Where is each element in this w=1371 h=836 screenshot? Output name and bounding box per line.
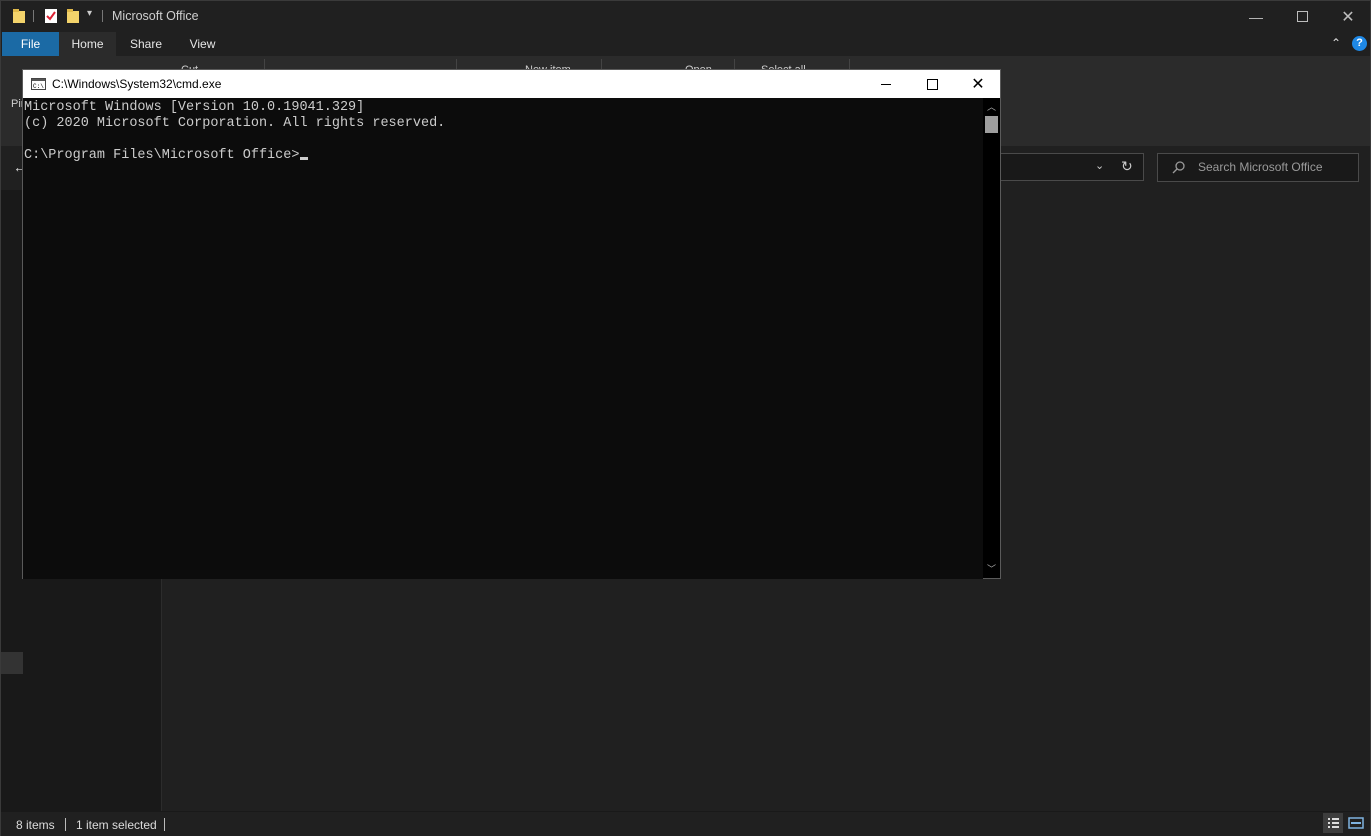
close-icon: ✕ [971, 76, 985, 93]
text-cursor [300, 157, 309, 160]
status-divider [164, 818, 165, 831]
nav-selected-item[interactable] [1, 652, 23, 674]
refresh-icon[interactable]: ↻ [1121, 158, 1133, 175]
new-folder-icon[interactable] [67, 9, 79, 23]
console-line: Microsoft Windows [Version 10.0.19041.32… [24, 100, 365, 115]
cmd-titlebar[interactable]: C:\ C:\Windows\System32\cmd.exe ✕ [23, 70, 1000, 98]
console-line: (c) 2020 Microsoft Corporation. All righ… [24, 116, 446, 131]
maximize-icon [926, 78, 938, 90]
details-view-icon [1328, 818, 1339, 828]
address-field[interactable]: ⌄ ↻ [996, 153, 1144, 181]
minimize-icon: — [1249, 8, 1263, 25]
cmd-window-title: C:\Windows\System32\cmd.exe [52, 77, 222, 91]
explorer-titlebar: ▾ Microsoft Office — ✕ [1, 1, 1370, 32]
folder-icon [13, 9, 25, 23]
maximize-button[interactable] [1279, 1, 1325, 32]
cmd-app-icon: C:\ [31, 78, 46, 90]
status-bar: 8 items 1 item selected [1, 812, 1370, 836]
qa-separator [102, 10, 103, 22]
tab-view[interactable]: View [175, 32, 230, 56]
properties-icon[interactable] [45, 9, 57, 23]
minimize-button[interactable]: — [1233, 1, 1279, 32]
status-divider [65, 818, 66, 831]
tab-home[interactable]: Home [59, 32, 116, 56]
minimize-icon [881, 83, 891, 85]
scroll-down-icon[interactable]: ﹀ [987, 562, 996, 575]
help-icon[interactable]: ? [1352, 36, 1367, 51]
scroll-up-icon[interactable]: ︿ [987, 100, 996, 113]
cmd-console-output[interactable]: Microsoft Windows [Version 10.0.19041.32… [23, 98, 983, 579]
cmd-vertical-scrollbar[interactable]: ︿ ﹀ [983, 98, 1000, 578]
cmd-minimize-button[interactable] [863, 70, 909, 98]
cmd-close-button[interactable]: ✕ [955, 70, 1001, 98]
console-prompt: C:\Program Files\Microsoft Office> [24, 148, 300, 163]
maximize-icon [1296, 11, 1308, 22]
search-input[interactable]: Search Microsoft Office [1157, 153, 1359, 182]
search-icon [1172, 161, 1185, 174]
command-prompt-window[interactable]: C:\ C:\Windows\System32\cmd.exe ✕ Micros… [22, 69, 1001, 579]
selection-count: 1 item selected [76, 818, 157, 832]
console-prompt-line[interactable]: C:\Program Files\Microsoft Office> [24, 148, 309, 164]
qa-separator [33, 10, 34, 22]
close-icon: ✕ [1341, 8, 1355, 26]
tab-share[interactable]: Share [117, 32, 175, 56]
item-count: 8 items [16, 818, 55, 832]
search-placeholder: Search Microsoft Office [1198, 160, 1323, 174]
address-dropdown-icon[interactable]: ⌄ [1095, 159, 1104, 172]
scroll-thumb[interactable] [985, 116, 998, 133]
large-icons-view-button[interactable] [1346, 813, 1366, 833]
large-icons-view-icon [1348, 817, 1364, 829]
details-view-button[interactable] [1323, 813, 1343, 833]
collapse-ribbon-icon[interactable]: ⌃ [1331, 36, 1341, 50]
window-title: Microsoft Office [112, 9, 199, 23]
tab-file[interactable]: File [2, 32, 59, 56]
svg-text:C:\: C:\ [33, 83, 44, 90]
ribbon-tab-bar: File Home Share View ⌃ ? [1, 32, 1370, 56]
customize-qa-dropdown-icon[interactable]: ▾ [87, 8, 92, 19]
close-button[interactable]: ✕ [1325, 1, 1371, 32]
cmd-maximize-button[interactable] [909, 70, 955, 98]
